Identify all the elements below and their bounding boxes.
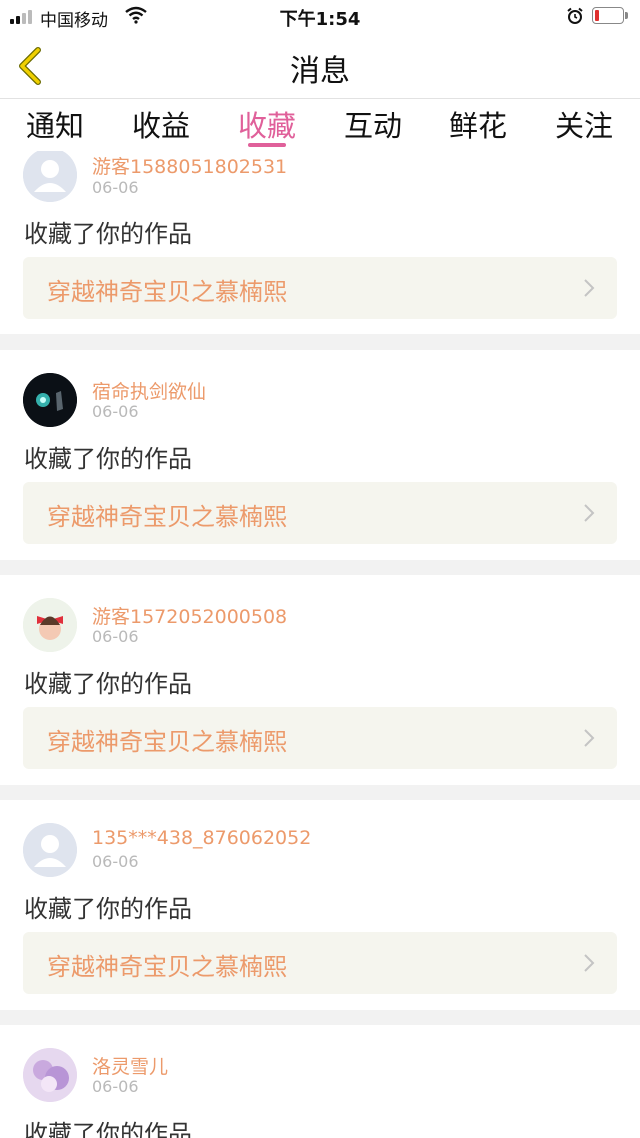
date: 06-06 xyxy=(92,402,139,421)
alarm-icon xyxy=(567,7,583,24)
girl-bow-avatar[interactable] xyxy=(23,598,77,652)
work-title: 穿越神奇宝贝之慕楠熙 xyxy=(47,278,287,306)
date: 06-06 xyxy=(92,627,139,646)
default-avatar-icon[interactable] xyxy=(23,823,77,877)
tab-favorites[interactable]: 收藏 xyxy=(214,103,320,145)
tab-notifications[interactable]: 通知 xyxy=(2,103,108,145)
list-item: 游客1588051802531 06-06 收藏了你的作品 穿越神奇宝贝之慕楠熙 xyxy=(0,128,640,334)
work-link[interactable]: 穿越神奇宝贝之慕楠熙 xyxy=(23,482,617,544)
list-item: 宿命执剑欲仙 06-06 收藏了你的作品 穿越神奇宝贝之慕楠熙 xyxy=(0,350,640,560)
list-item: 游客1572052000508 06-06 收藏了你的作品 穿越神奇宝贝之慕楠熙 xyxy=(0,575,640,785)
date: 06-06 xyxy=(92,1077,139,1096)
username[interactable]: 游客1588051802531 xyxy=(92,152,287,179)
tab-earnings[interactable]: 收益 xyxy=(108,103,214,145)
page-title: 消息 xyxy=(290,54,350,89)
anime-avatar[interactable] xyxy=(23,1048,77,1102)
work-link[interactable]: 穿越神奇宝贝之慕楠熙 xyxy=(23,257,617,319)
dark-glow-avatar[interactable] xyxy=(23,373,77,427)
default-avatar-icon[interactable] xyxy=(23,148,77,202)
work-link[interactable]: 穿越神奇宝贝之慕楠熙 xyxy=(23,707,617,769)
chevron-right-icon xyxy=(584,954,595,972)
action-text: 收藏了你的作品 xyxy=(24,895,192,923)
action-text: 收藏了你的作品 xyxy=(24,1120,192,1138)
chevron-right-icon xyxy=(584,504,595,522)
date: 06-06 xyxy=(92,852,139,871)
clock: 下午1:54 xyxy=(279,9,361,30)
screen: 游客1588051802531 06-06 收藏了你的作品 穿越神奇宝贝之慕楠熙… xyxy=(0,0,640,1138)
action-text: 收藏了你的作品 xyxy=(24,445,192,473)
tab-follows[interactable]: 关注 xyxy=(531,103,637,145)
username[interactable]: 135***438_876062052 xyxy=(92,827,311,849)
username[interactable]: 洛灵雪儿 xyxy=(92,1052,168,1079)
list-item: 洛灵雪儿 06-06 收藏了你的作品 xyxy=(0,1025,640,1138)
action-text: 收藏了你的作品 xyxy=(24,670,192,698)
date: 06-06 xyxy=(92,178,139,197)
action-text: 收藏了你的作品 xyxy=(24,220,192,248)
list-item: 135***438_876062052 06-06 收藏了你的作品 穿越神奇宝贝… xyxy=(0,800,640,1010)
active-tab-indicator xyxy=(248,143,286,147)
work-link[interactable]: 穿越神奇宝贝之慕楠熙 xyxy=(23,932,617,994)
nav-bar: 消息 xyxy=(0,32,640,99)
chevron-right-icon xyxy=(584,279,595,297)
work-title: 穿越神奇宝贝之慕楠熙 xyxy=(47,728,287,756)
work-title: 穿越神奇宝贝之慕楠熙 xyxy=(47,953,287,981)
message-list[interactable]: 游客1588051802531 06-06 收藏了你的作品 穿越神奇宝贝之慕楠熙… xyxy=(0,0,640,1138)
tab-interactions[interactable]: 互动 xyxy=(320,103,426,145)
username[interactable]: 游客1572052000508 xyxy=(92,602,287,629)
username[interactable]: 宿命执剑欲仙 xyxy=(92,377,206,404)
tab-bar: 通知 收益 收藏 互动 鲜花 关注 xyxy=(0,99,640,151)
work-title: 穿越神奇宝贝之慕楠熙 xyxy=(47,503,287,531)
tab-flowers[interactable]: 鲜花 xyxy=(425,103,531,145)
chevron-right-icon xyxy=(584,729,595,747)
status-bar: 中国移动 下午1:54 xyxy=(0,0,640,32)
battery-icon xyxy=(592,7,628,24)
